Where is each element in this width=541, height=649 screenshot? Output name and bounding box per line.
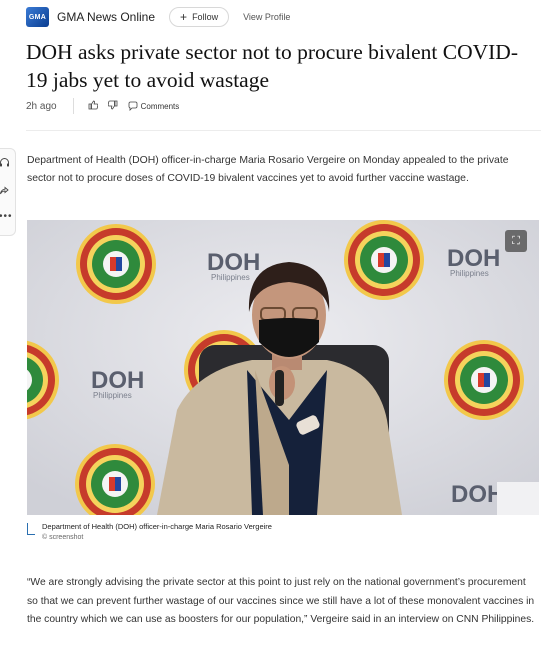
publisher-name[interactable]: GMA News Online — [57, 10, 155, 24]
thumbs-up-icon[interactable] — [88, 100, 98, 113]
publisher-logo[interactable]: GMA — [26, 7, 49, 27]
backdrop-doh-3: DOH — [91, 367, 144, 394]
meta-divider — [72, 98, 74, 114]
backdrop-doh-2: DOH — [447, 245, 500, 272]
backdrop-sub-3: Philippines — [93, 391, 132, 400]
comments-label: Comments — [140, 101, 180, 111]
thumbs-down-icon[interactable] — [107, 100, 118, 113]
expand-icon[interactable]: ⛶ — [505, 230, 527, 252]
publisher-header: GMA GMA News Online + Follow View Profil… — [26, 6, 290, 28]
caption-text: Department of Health (DOH) officer-in-ch… — [42, 522, 272, 531]
article-paragraph-1: Department of Health (DOH) officer-in-ch… — [27, 155, 509, 184]
backdrop-sub-2: Philippines — [450, 269, 489, 278]
backdrop-doh-1: DOH — [207, 249, 260, 276]
more-icon[interactable]: ••• — [0, 211, 13, 222]
backdrop-doh-4: DOH — [451, 481, 504, 508]
backdrop-sub-1: Philippines — [211, 273, 250, 282]
side-toolbar: ••• — [0, 148, 16, 236]
article-photo[interactable]: DOH DOH DOH DOH Philippines Philippines … — [27, 220, 539, 515]
article-paragraph-2: “We are strongly advising the private se… — [27, 577, 535, 625]
plus-icon: + — [180, 10, 188, 24]
comment-icon — [128, 101, 137, 111]
header-divider — [26, 130, 541, 131]
comments-button[interactable]: Comments — [128, 101, 180, 111]
view-profile-link[interactable]: View Profile — [243, 12, 290, 22]
follow-label: Follow — [192, 12, 219, 22]
follow-button[interactable]: + Follow — [169, 7, 230, 27]
caption-credit: © screenshot — [42, 534, 84, 541]
headphones-icon[interactable] — [0, 157, 10, 171]
timestamp: 2h ago — [26, 100, 57, 112]
article-meta: 2h ago Comments — [26, 98, 179, 114]
share-icon[interactable] — [0, 185, 10, 199]
article-title: DOH asks private sector not to procure b… — [26, 40, 518, 92]
caption-bracket — [27, 523, 35, 535]
